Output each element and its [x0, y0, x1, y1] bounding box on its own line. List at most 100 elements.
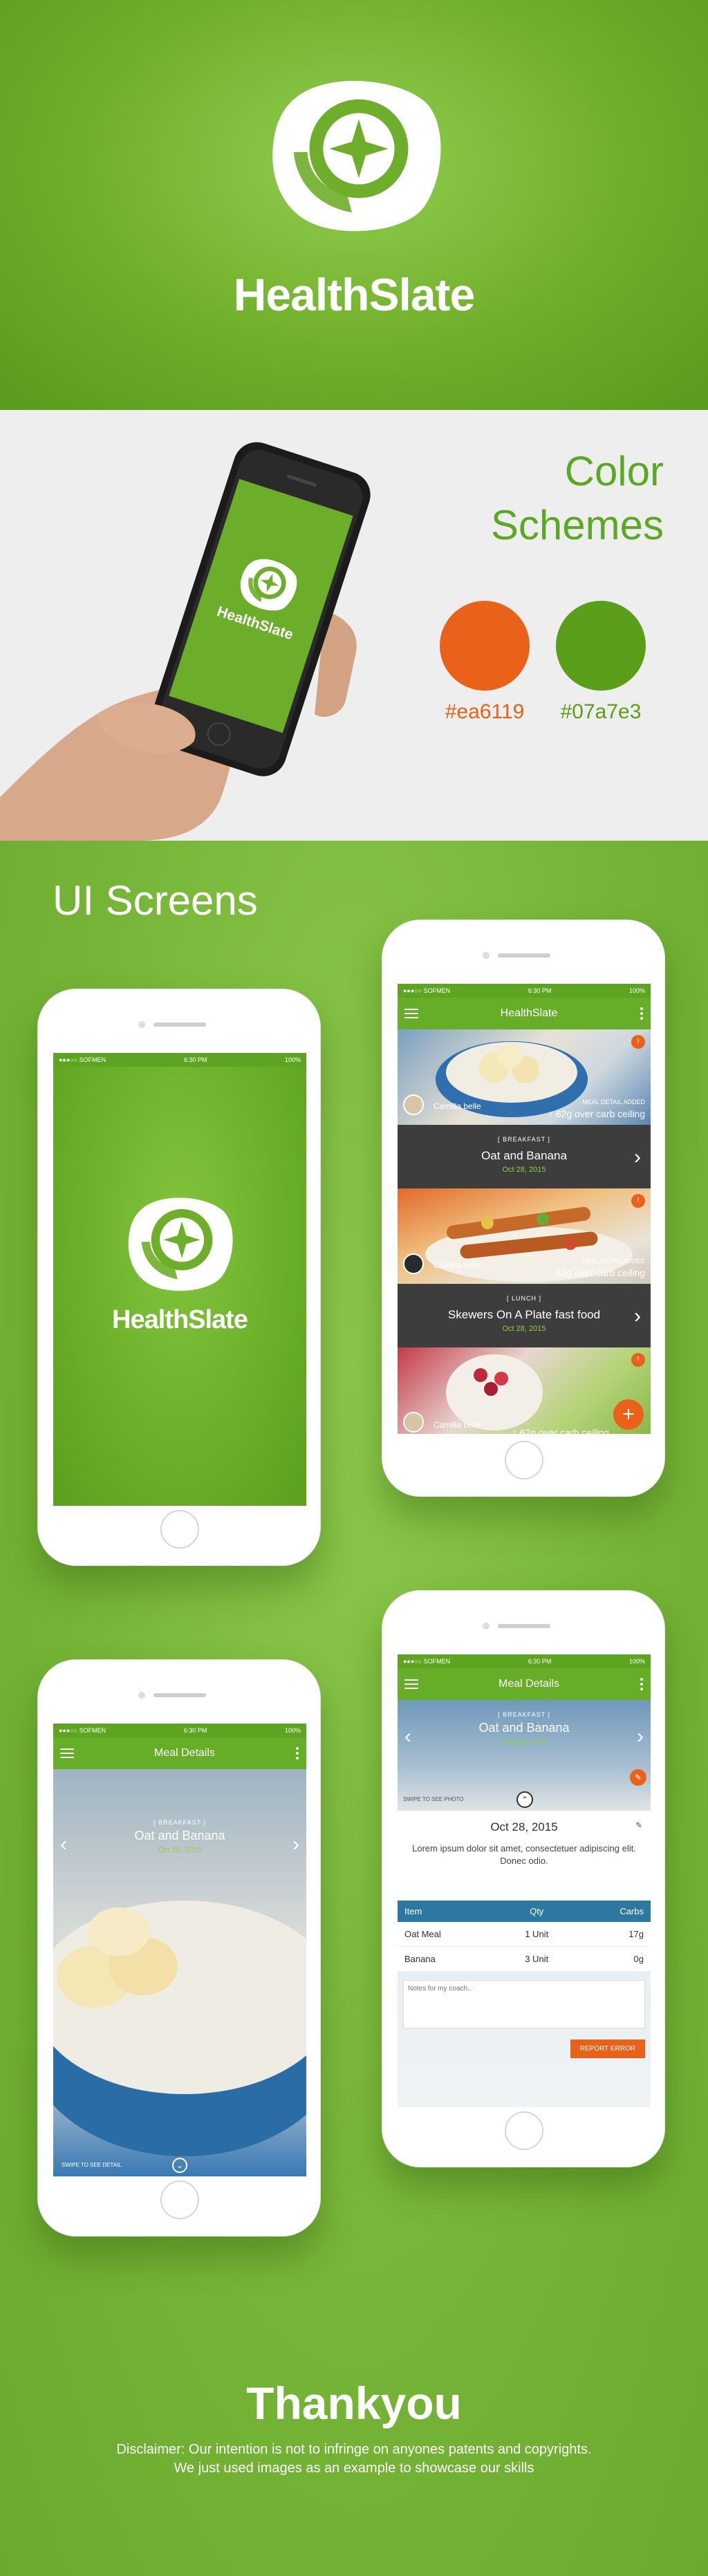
- splash-background: HealthSlate: [53, 1053, 306, 1506]
- home-button[interactable]: [505, 1441, 543, 1480]
- thanks-title: Thankyou: [246, 2378, 462, 2429]
- healthslate-logo-icon: [266, 76, 445, 236]
- menu-icon[interactable]: [60, 1748, 74, 1758]
- column-item: Item: [398, 1901, 499, 1922]
- item-cell: Banana: [398, 1946, 499, 1972]
- chevron-right-icon[interactable]: ›: [292, 1833, 299, 1856]
- app-bar-title: HealthSlate: [500, 1007, 558, 1019]
- splash-screen: ●●●○○ SOFMEN 6:30 PM 100% HealthSlate: [53, 1053, 306, 1506]
- column-qty: Qty: [499, 1901, 575, 1922]
- meal-type-tag: [ LUNCH ]: [506, 1295, 542, 1302]
- color-schemes-title: Color Schemes: [442, 445, 664, 552]
- carb-metric: ↑ 62g over carb ceiling: [548, 1267, 645, 1278]
- card-text: Lorem ipsum dolor sit amet, consectetuer…: [412, 1843, 636, 1866]
- thanks-section: Thankyou Disclaimer: Our intention is no…: [0, 2377, 708, 2476]
- more-options-icon[interactable]: [295, 1747, 299, 1760]
- report-error-button[interactable]: REPORT ERROR: [570, 2040, 645, 2058]
- meal-type-tag: [ BREAKFAST ]: [498, 1711, 550, 1718]
- meal-summary-row[interactable]: [ BREAKFAST ] Oat and Banana Oct 28, 201…: [398, 1125, 651, 1188]
- meal-items-table: Item Qty Carbs Oat Meal 1 Unit 17g Banan…: [398, 1901, 651, 1972]
- phone-meal-list: ●●●○○ SOFMEN 6:30 PM 100% HealthSlate ! …: [382, 920, 665, 1497]
- ui-screens-section: UI Screens ●●●○○ SOFMEN 6:30 PM 100% Hea…: [0, 841, 708, 2576]
- more-options-icon[interactable]: [640, 1678, 644, 1690]
- carb-metric: ↑ 62g over carb ceiling: [548, 1108, 645, 1119]
- phone-meal-detail-photo: ●●●○○ SOFMEN 6:30 PM 100% Meal Details […: [37, 1659, 321, 2237]
- notes-input[interactable]: [403, 1980, 645, 2028]
- user-name: Camilla belle: [434, 1260, 481, 1270]
- meal-header: [ BREAKFAST ] Oat and Banana Oct 28, 201…: [53, 1819, 306, 1854]
- chevron-right-icon[interactable]: ›: [634, 1146, 641, 1169]
- meal-photo[interactable]: ! Camilla belle ↑ 62g over carb ceiling …: [398, 1347, 651, 1434]
- home-button[interactable]: [160, 2181, 199, 2219]
- app-bar: Meal Details: [53, 1737, 306, 1769]
- chevron-right-icon[interactable]: ›: [634, 1305, 641, 1328]
- time-label: 6:30 PM: [183, 1056, 207, 1063]
- meal-list-screen: ●●●○○ SOFMEN 6:30 PM 100% HealthSlate ! …: [398, 984, 651, 1437]
- status-bar: ●●●○○ SOFMEN 6:30 PM 100%: [398, 1654, 651, 1668]
- meal-date: Oct 28, 2015: [502, 1325, 546, 1333]
- card-date: Oct 28, 2015: [490, 1820, 558, 1833]
- status-bar: ●●●○○ SOFMEN 6:30 PM 100%: [398, 984, 651, 998]
- status-bar: ●●●○○ SOFMEN 6:30 PM 100%: [53, 1724, 306, 1737]
- edit-icon[interactable]: ✎: [630, 1769, 646, 1786]
- meal-summary-row[interactable]: [ LUNCH ] Skewers On A Plate fast food O…: [398, 1284, 651, 1347]
- meal-header-photo: [ BREAKFAST ] Oat and Banana Oct 28, 201…: [398, 1700, 651, 1811]
- hand-holding-phone-illustration: HealthSlate: [0, 442, 371, 841]
- meal-note-card: Oct 28, 2015 ✎ Lorem ipsum dolor sit ame…: [398, 1811, 651, 1901]
- status-bar: ●●●○○ SOFMEN 6:30 PM 100%: [53, 1053, 306, 1067]
- chevron-right-icon[interactable]: ›: [637, 1725, 644, 1748]
- meal-title: Skewers On A Plate fast food: [447, 1308, 601, 1321]
- meal-detail-tag: MEAL DETAIL ADDED: [582, 1258, 645, 1264]
- chevron-left-icon[interactable]: ‹: [404, 1725, 411, 1748]
- app-bar: Meal Details: [398, 1668, 651, 1700]
- menu-icon[interactable]: [404, 1679, 418, 1689]
- meal-type-tag: [ BREAKFAST ]: [153, 1819, 206, 1826]
- meal-date: Oct 28, 2015: [502, 1738, 546, 1746]
- chevron-up-icon[interactable]: ⌃: [516, 1791, 533, 1808]
- meal-photo[interactable]: ! Camilla belle MEAL DETAIL ADDED ↑ 62g …: [398, 1188, 651, 1284]
- alert-badge: !: [631, 1353, 645, 1367]
- home-button[interactable]: [160, 1510, 199, 1549]
- meal-date: Oct 28, 2015: [158, 1846, 202, 1854]
- ui-screens-title: UI Screens: [53, 877, 258, 924]
- column-carbs: Carbs: [574, 1901, 651, 1922]
- notes-area: REPORT ERROR: [398, 1972, 651, 2107]
- camera-icon: [483, 1623, 490, 1630]
- swipe-hint: SWIPE TO SEE DETAIL: [62, 2162, 122, 2168]
- meal-title: Oat and Banana: [481, 1149, 567, 1162]
- color-title-line1: Color: [564, 448, 664, 494]
- green-swatch: [556, 601, 646, 691]
- battery-label: 100%: [628, 1658, 645, 1665]
- alert-badge: !: [631, 1194, 645, 1208]
- disclaimer-line1: Disclaimer: Our intention is not to infr…: [116, 2442, 592, 2457]
- home-button[interactable]: [505, 2111, 543, 2150]
- camera-icon: [483, 952, 490, 959]
- carrier-label: ●●●○○ SOFMEN: [403, 987, 451, 994]
- meal-hero-photo: [ BREAKFAST ] Oat and Banana Oct 28, 201…: [53, 1769, 306, 2176]
- qty-cell: 3 Unit: [499, 1946, 575, 1972]
- speaker-icon: [498, 953, 550, 958]
- meal-header: [ BREAKFAST ] Oat and Banana Oct 28, 201…: [398, 1711, 651, 1746]
- battery-label: 100%: [284, 1727, 301, 1734]
- chevron-left-icon[interactable]: ‹: [60, 1833, 67, 1856]
- meal-title: Oat and Banana: [134, 1829, 225, 1842]
- splash-brand-name: HealthSlate: [112, 1305, 248, 1334]
- chevron-down-icon[interactable]: ⌄: [172, 2158, 187, 2173]
- camera-icon: [138, 1021, 145, 1028]
- speaker-icon: [153, 1693, 206, 1697]
- carrier-label: ●●●○○ SOFMEN: [59, 1727, 106, 1734]
- meal-photo[interactable]: ! Camilla belle MEAL DETAIL ADDED ↑ 62g …: [398, 1029, 651, 1125]
- pencil-icon[interactable]: ✎: [635, 1820, 642, 1830]
- item-cell: Oat Meal: [398, 1922, 499, 1947]
- more-options-icon[interactable]: [640, 1007, 644, 1020]
- add-meal-button[interactable]: +: [613, 1399, 644, 1430]
- menu-icon[interactable]: [404, 1009, 418, 1018]
- app-bar-title: Meal Details: [153, 1747, 216, 1759]
- battery-label: 100%: [628, 987, 645, 994]
- avatar: [403, 1253, 424, 1274]
- green-swatch-label: #07a7e3: [560, 700, 642, 723]
- orange-swatch: [440, 601, 530, 691]
- battery-label: 100%: [284, 1056, 301, 1063]
- carrier-label: ●●●○○ SOFMEN: [59, 1056, 106, 1063]
- speaker-icon: [153, 1023, 206, 1027]
